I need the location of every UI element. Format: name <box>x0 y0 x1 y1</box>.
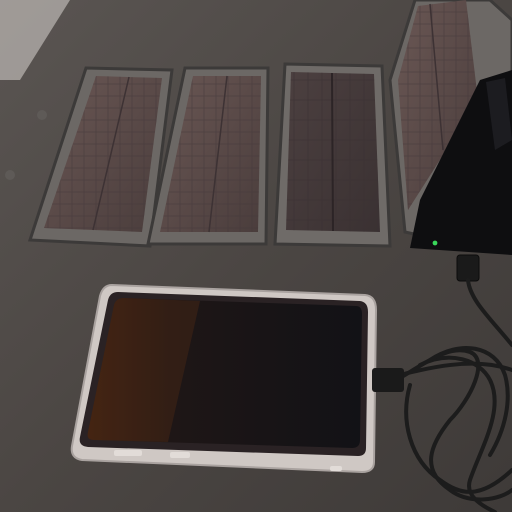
table-print <box>5 170 15 180</box>
table-print <box>37 110 47 120</box>
smartphone <box>70 283 404 474</box>
indicator-led <box>432 240 438 246</box>
photo-illustration <box>0 0 512 512</box>
side-button <box>170 452 190 458</box>
photo-scene <box>0 0 512 512</box>
case-tab <box>330 466 342 471</box>
volume-button <box>114 450 142 456</box>
solar-panel-3 <box>273 62 392 248</box>
usb-plug <box>372 368 404 392</box>
